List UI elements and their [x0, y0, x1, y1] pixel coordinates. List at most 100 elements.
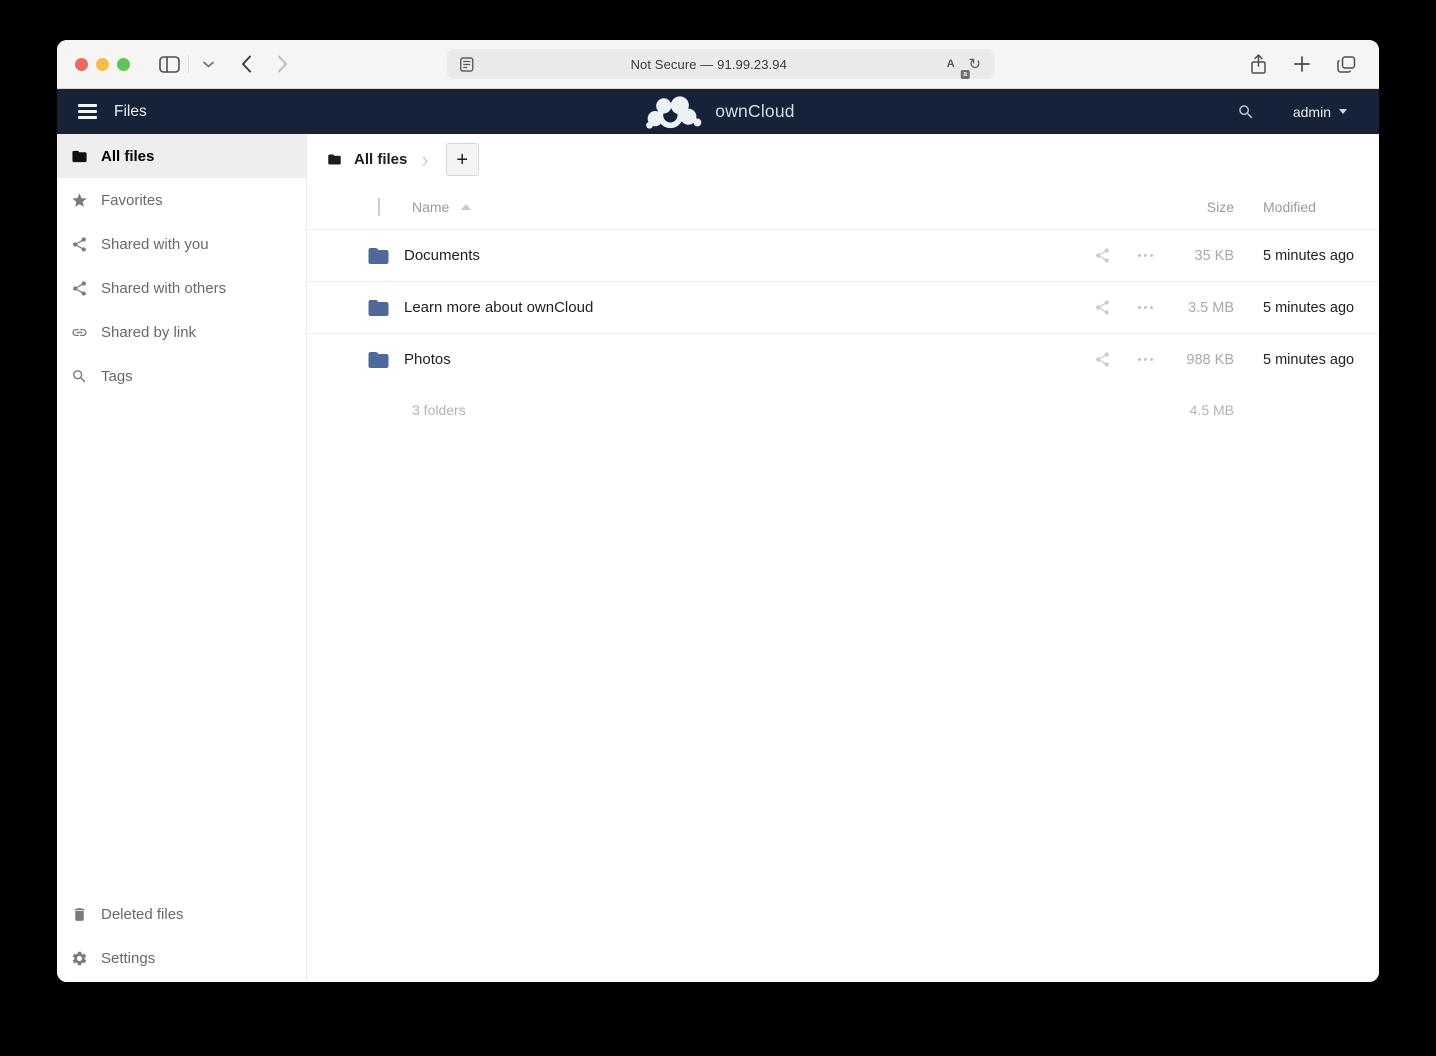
forward-button[interactable] — [267, 49, 297, 79]
folder-count: 3 folders — [404, 402, 1081, 418]
size-column-header[interactable]: Size — [1168, 199, 1234, 215]
traffic-lights — [75, 58, 130, 71]
file-name[interactable]: Documents — [404, 247, 1081, 264]
sidebar-item-deleted-files[interactable]: Deleted files — [57, 892, 306, 936]
sidebar-item-label: All files — [101, 148, 154, 165]
breadcrumb-label: All files — [354, 151, 407, 168]
sidebar-item-settings[interactable]: Settings — [57, 936, 306, 980]
sidebar-item-label: Shared by link — [101, 324, 196, 341]
folder-icon — [71, 148, 88, 165]
forward-icon — [277, 55, 288, 73]
filelist-summary: 3 folders 4.5 MB — [307, 390, 1379, 430]
file-row-documents[interactable]: Documents 35 KB 5 minutes ago — [307, 229, 1379, 281]
search-icon — [1237, 103, 1255, 121]
browser-toolbar: Not Secure — 91.99.23.94 Aa ↻ — [57, 40, 1379, 89]
sidebar-item-shared-with-others[interactable]: Shared with others — [57, 266, 306, 310]
back-button[interactable] — [231, 49, 261, 79]
sidebar-item-all-files[interactable]: All files — [57, 134, 306, 178]
share-file-button[interactable] — [1081, 351, 1123, 368]
share-icon — [1094, 299, 1111, 316]
file-modified: 5 minutes ago — [1234, 300, 1379, 316]
more-actions-button[interactable] — [1123, 358, 1168, 362]
sidebar-item-favorites[interactable]: Favorites — [57, 178, 306, 222]
sidebar-item-label: Shared with you — [101, 236, 209, 253]
share-file-button[interactable] — [1081, 247, 1123, 264]
more-actions-button[interactable] — [1123, 306, 1168, 310]
name-column-header: Name — [412, 199, 449, 215]
share-icon — [1250, 54, 1267, 74]
owncloud-logo[interactable]: ownCloud — [641, 89, 794, 134]
app-navigation-sidebar: All files Favorites Shared with you Shar… — [57, 134, 307, 982]
file-size: 988 KB — [1168, 352, 1234, 368]
folder-icon — [364, 348, 393, 372]
apps-menu-button[interactable] — [78, 104, 97, 119]
folder-icon — [364, 244, 393, 268]
link-icon — [71, 324, 88, 341]
sort-by-name[interactable]: Name — [404, 199, 1081, 215]
owncloud-header: Files ownCloud — [57, 89, 1379, 134]
file-row-photos[interactable]: Photos 988 KB 5 minutes ago — [307, 333, 1379, 385]
tabs-icon — [1337, 56, 1356, 73]
file-modified: 5 minutes ago — [1234, 352, 1379, 368]
back-icon — [241, 55, 252, 73]
sidebar-item-shared-with-you[interactable]: Shared with you — [57, 222, 306, 266]
file-size: 35 KB — [1168, 248, 1234, 264]
chevron-down-icon — [203, 61, 214, 68]
controls-bar: All files › + — [307, 134, 1379, 185]
file-size: 3.5 MB — [1168, 300, 1234, 316]
breadcrumb-chevron-icon: › — [421, 149, 428, 171]
sidebar-item-tags[interactable]: Tags — [57, 354, 306, 398]
file-name[interactable]: Photos — [404, 351, 1081, 368]
browser-window: Not Secure — 91.99.23.94 Aa ↻ — [57, 40, 1379, 982]
sidebar-toggle-button[interactable] — [154, 49, 184, 79]
user-menu-button[interactable]: admin — [1287, 103, 1353, 121]
current-app-label[interactable]: Files — [114, 103, 147, 121]
select-all-checkbox[interactable] — [378, 198, 380, 216]
new-tab-button[interactable] — [1287, 49, 1317, 79]
hamburger-icon — [78, 104, 97, 107]
zoom-window-button[interactable] — [117, 58, 130, 71]
sidebar-item-shared-by-link[interactable]: Shared by link — [57, 310, 306, 354]
file-row-learn-more[interactable]: Learn more about ownCloud 3.5 MB 5 minut… — [307, 281, 1379, 333]
share-icon — [1094, 351, 1111, 368]
sidebar-item-label: Tags — [101, 368, 133, 385]
close-window-button[interactable] — [75, 58, 88, 71]
sidebar-item-label: Favorites — [101, 192, 163, 209]
share-file-button[interactable] — [1081, 299, 1123, 316]
minimize-window-button[interactable] — [96, 58, 109, 71]
page-format-icon[interactable] — [455, 52, 479, 76]
share-icon — [1094, 247, 1111, 264]
owncloud-cloud-icon — [641, 94, 703, 130]
address-text[interactable]: Not Secure — 91.99.23.94 — [479, 57, 939, 72]
chevron-down-icon — [1339, 109, 1347, 114]
trash-icon — [71, 906, 88, 923]
file-modified: 5 minutes ago — [1234, 248, 1379, 264]
file-list-main: All files › + Name Size Modified — [307, 134, 1379, 982]
plus-icon — [1294, 56, 1310, 72]
translate-icon[interactable]: Aa — [939, 52, 963, 76]
breadcrumb-home[interactable]: All files — [326, 151, 407, 168]
star-icon — [71, 192, 88, 209]
filelist-header: Name Size Modified — [307, 185, 1379, 229]
gear-icon — [71, 950, 88, 967]
tab-overview-button[interactable] — [1331, 49, 1361, 79]
search-button[interactable] — [1235, 101, 1257, 123]
brand-name: ownCloud — [715, 101, 794, 122]
modified-column-header[interactable]: Modified — [1234, 199, 1379, 215]
share-page-button[interactable] — [1243, 49, 1273, 79]
sidebar-menu-chevron-button[interactable] — [193, 49, 223, 79]
total-size: 4.5 MB — [1168, 402, 1234, 418]
username: admin — [1293, 104, 1331, 120]
address-bar[interactable]: Not Secure — 91.99.23.94 Aa ↻ — [447, 49, 995, 79]
share-icon — [71, 280, 88, 297]
share-icon — [71, 236, 88, 253]
tags-icon — [71, 368, 88, 385]
file-name[interactable]: Learn more about ownCloud — [404, 299, 1081, 316]
sidebar-toggle-icon — [159, 56, 180, 73]
more-actions-button[interactable] — [1123, 254, 1168, 258]
folder-icon — [364, 296, 393, 320]
new-file-button[interactable]: + — [446, 143, 479, 176]
sidebar-item-label: Shared with others — [101, 280, 226, 297]
folder-icon — [326, 152, 343, 167]
sort-ascending-icon — [461, 204, 471, 210]
